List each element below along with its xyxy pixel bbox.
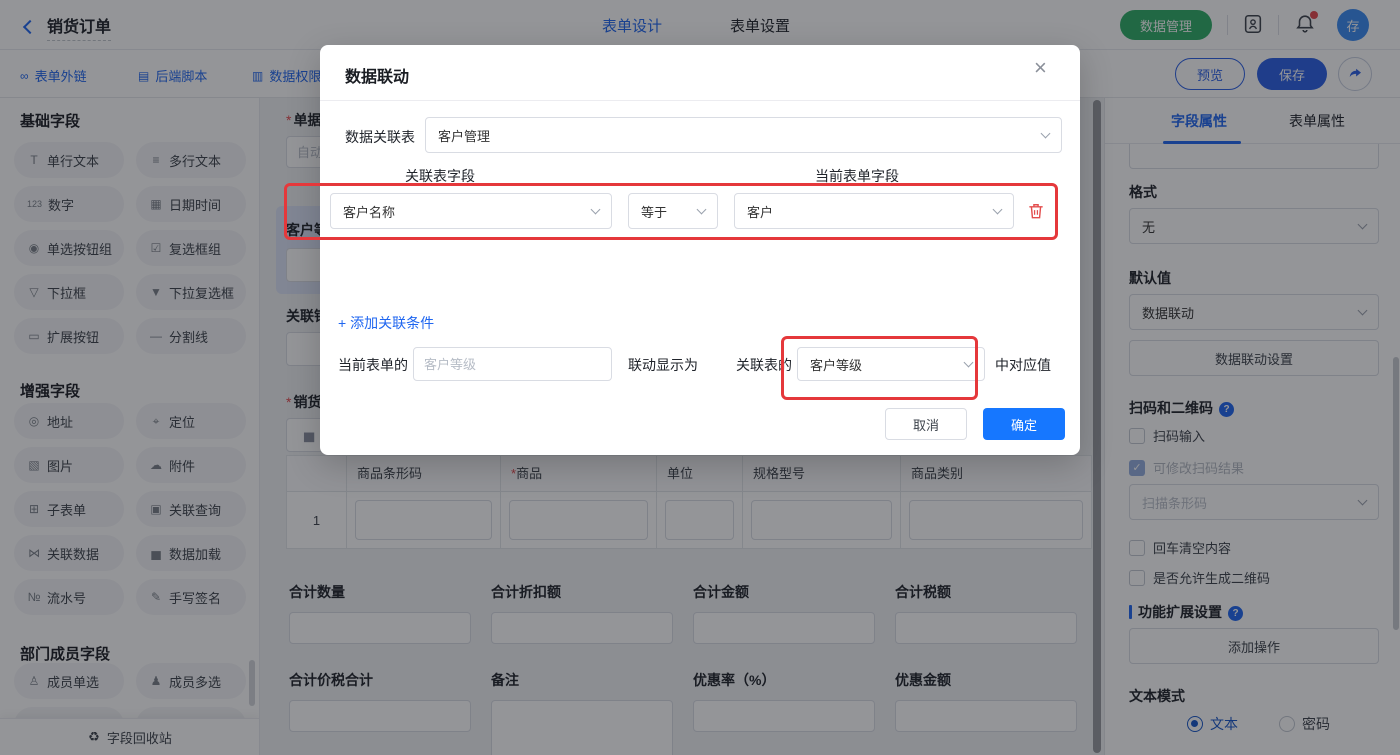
- condition-operator-select[interactable]: 等于: [628, 193, 718, 229]
- form-designer-app: 销货订单 表单设计 表单设置 数据管理 存 ∞表单外链 ▤后端脚本 ▥数据权限 …: [0, 0, 1400, 755]
- modal-title: 数据联动: [345, 63, 409, 87]
- corresponding-value-label: 中对应值: [995, 355, 1051, 375]
- condition-target-select[interactable]: 客户: [734, 193, 1014, 229]
- cancel-button[interactable]: 取消: [885, 408, 967, 440]
- add-condition-link[interactable]: + 添加关联条件: [338, 313, 434, 333]
- chevron-down-icon: [1041, 128, 1051, 138]
- chevron-down-icon: [964, 357, 974, 367]
- data-linkage-modal: 数据联动 × 数据关联表 客户管理 关联表字段 当前表单字段 客户名称 等于 客…: [320, 45, 1080, 455]
- close-icon[interactable]: ×: [1034, 57, 1047, 79]
- relation-table-label: 数据关联表: [345, 127, 415, 147]
- condition-field-select[interactable]: 客户名称: [330, 193, 612, 229]
- delete-condition-icon[interactable]: [1026, 201, 1046, 221]
- chevron-down-icon: [591, 204, 601, 214]
- relation-table-select[interactable]: 客户管理: [425, 117, 1062, 153]
- column-header-current-field: 当前表单字段: [815, 166, 899, 186]
- chevron-down-icon: [993, 204, 1003, 214]
- related-table-label: 关联表的: [736, 355, 792, 375]
- chevron-down-icon: [697, 204, 707, 214]
- display-as-label: 联动显示为: [628, 355, 698, 375]
- current-form-label: 当前表单的: [338, 355, 408, 375]
- current-field-input[interactable]: [413, 347, 612, 381]
- divider: [320, 100, 1080, 101]
- related-field-select[interactable]: 客户等级: [797, 347, 985, 381]
- confirm-button[interactable]: 确定: [983, 408, 1065, 440]
- column-header-related-field: 关联表字段: [405, 166, 475, 186]
